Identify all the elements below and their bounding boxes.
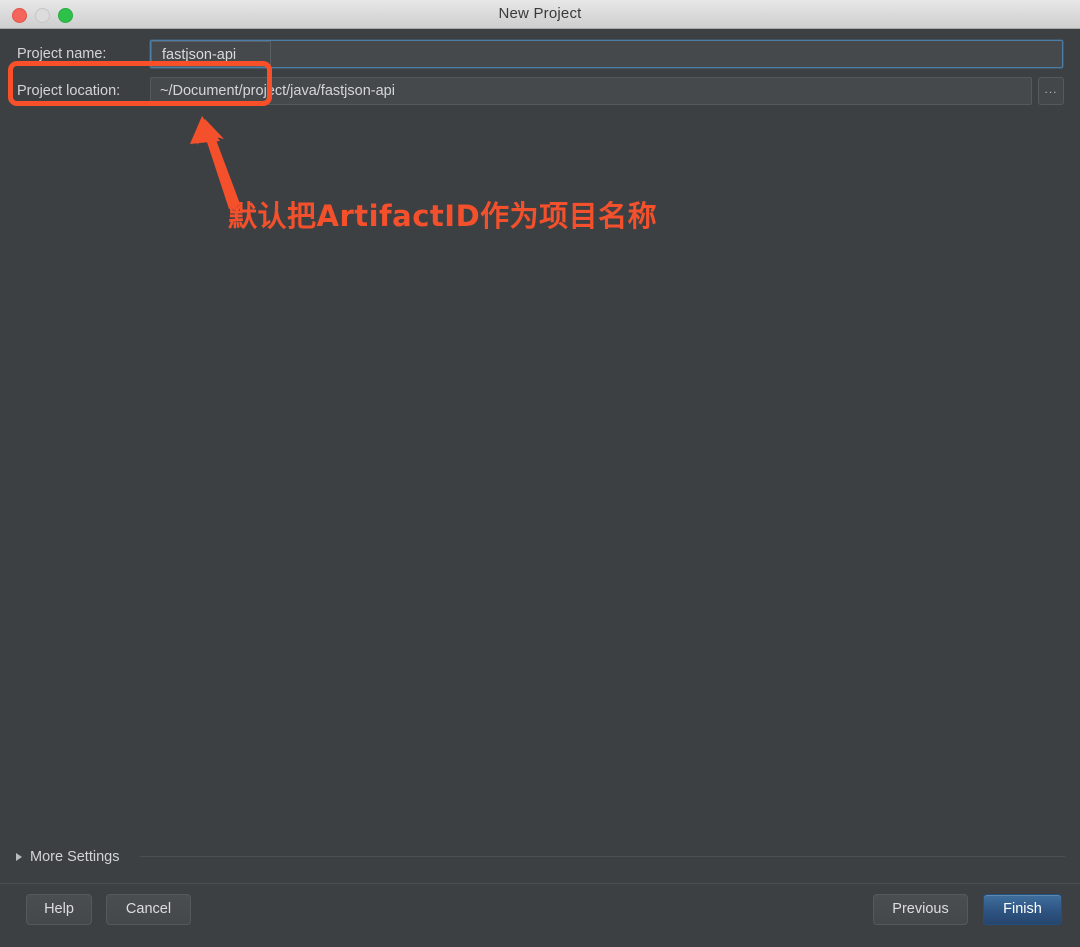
- project-name-input-inner: fastjson-api: [151, 41, 271, 67]
- more-settings-separator: [140, 856, 1065, 857]
- browse-folder-button[interactable]: ...: [1038, 77, 1064, 105]
- window-titlebar: New Project: [0, 0, 1080, 29]
- project-location-row: Project location: ~/Document/project/jav…: [0, 77, 1080, 105]
- project-name-input[interactable]: fastjson-api: [150, 40, 1063, 68]
- more-settings-toggle[interactable]: More Settings: [16, 847, 119, 867]
- more-settings-label: More Settings: [30, 849, 120, 865]
- previous-button[interactable]: Previous: [873, 894, 968, 925]
- project-location-label: Project location:: [17, 83, 121, 99]
- project-name-value: fastjson-api: [162, 47, 237, 63]
- project-location-input[interactable]: ~/Document/project/java/fastjson-api: [150, 77, 1032, 105]
- project-location-value: ~/Document/project/java/fastjson-api: [160, 83, 395, 99]
- triangle-right-icon: [16, 853, 22, 861]
- annotation-text: 默认把ArtifactID作为项目名称: [228, 199, 658, 233]
- footer-separator: [0, 883, 1080, 884]
- project-name-row: Project name: fastjson-api: [0, 40, 1080, 68]
- help-button[interactable]: Help: [26, 894, 92, 925]
- window-title: New Project: [498, 5, 582, 22]
- finish-button[interactable]: Finish: [983, 894, 1062, 925]
- project-name-label: Project name:: [17, 46, 107, 62]
- new-project-dialog: New Project Project name: fastjson-api P…: [0, 0, 1080, 947]
- dialog-body: Project name: fastjson-api Project locat…: [0, 29, 1080, 947]
- cancel-button[interactable]: Cancel: [106, 894, 191, 925]
